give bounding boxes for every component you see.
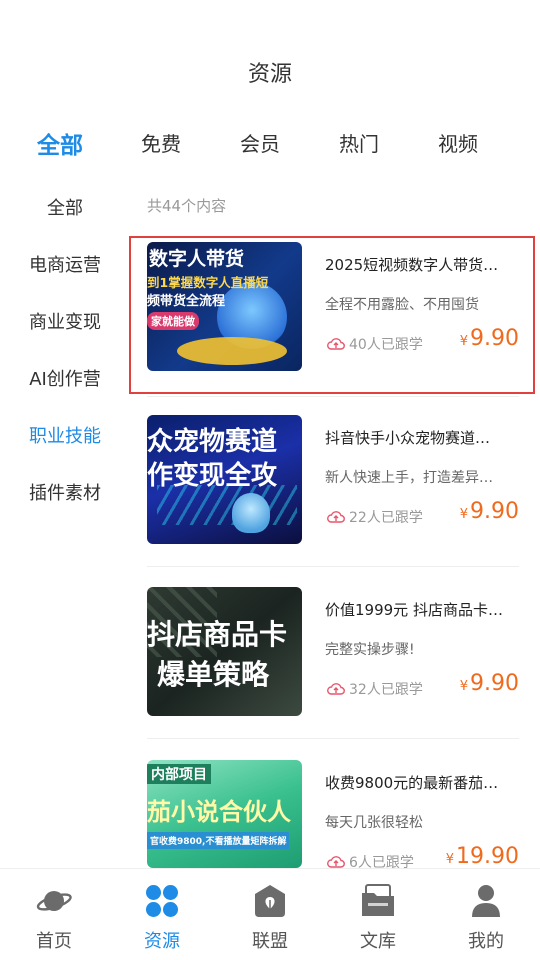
bottom-tab-bar: 首页 资源 联盟 文库 我的 — [0, 868, 540, 960]
leaf-house-icon — [255, 885, 285, 917]
course-thumbnail: 内部项目 茄小说合伙人 官收费9800,不看播放量矩阵拆解 — [147, 760, 302, 868]
tabbar-mine[interactable]: 我的 — [432, 869, 540, 960]
tabbar-label: 联盟 — [252, 931, 288, 952]
thumb-line: 作变现全攻 — [147, 461, 278, 491]
divider — [147, 396, 519, 397]
category-tabs: 全部 免费 会员 热门 视频 — [0, 120, 540, 166]
course-subtitle: 完整实操步骤! — [325, 642, 415, 658]
tab-all[interactable]: 全部 — [37, 126, 83, 160]
folder-icon — [362, 884, 394, 916]
tabbar-label: 我的 — [468, 931, 504, 952]
cloud-upload-icon — [327, 511, 345, 523]
sidebar-item-ai-creation[interactable]: AI创作营 — [0, 365, 130, 391]
selection-highlight — [129, 236, 535, 394]
thumb-line: 众宠物赛道 — [147, 427, 278, 457]
list-item[interactable]: 众宠物赛道 作变现全攻 抖音快手小众宠物赛道… 新人快速上手，打造差异… 22人… — [147, 415, 519, 545]
price: ¥9.90 — [460, 499, 519, 524]
tab-video[interactable]: 视频 — [438, 128, 478, 157]
price-value: 19.90 — [456, 844, 519, 869]
price: ¥9.90 — [460, 671, 519, 696]
grid-icon — [146, 885, 178, 917]
list-item[interactable]: 抖店商品卡 爆单策略 价值1999元 抖店商品卡… 完整实操步骤! 32人已跟学… — [147, 587, 519, 717]
sidebar-item-plugins[interactable]: 插件素材 — [0, 479, 130, 505]
learner-count: 22人已跟学 — [327, 507, 423, 527]
tabbar-resources[interactable]: 资源 — [108, 869, 216, 960]
course-subtitle: 每天几张很轻松 — [325, 815, 423, 831]
course-thumbnail: 抖店商品卡 爆单策略 — [147, 587, 302, 716]
page-title: 资源 — [247, 62, 292, 87]
tab-member[interactable]: 会员 — [240, 128, 280, 157]
sidebar-item-ecommerce[interactable]: 电商运营 — [0, 251, 130, 277]
tab-free[interactable]: 免费 — [141, 128, 181, 157]
thumb-line: 内部项目 — [147, 764, 211, 784]
planet-icon — [36, 891, 72, 911]
course-title: 抖音快手小众宠物赛道… — [325, 429, 491, 447]
thumb-line: 抖店商品卡 — [147, 618, 288, 651]
tab-hot[interactable]: 热门 — [339, 128, 379, 157]
thumb-line: 官收费9800,不看播放量矩阵拆解 — [147, 832, 290, 849]
thumb-line: 茄小说合伙人 — [147, 798, 291, 826]
price: ¥19.90 — [446, 844, 519, 869]
divider — [147, 738, 519, 739]
tabbar-home[interactable]: 首页 — [0, 869, 108, 960]
currency: ¥ — [445, 852, 455, 867]
tabbar-alliance[interactable]: 联盟 — [216, 869, 324, 960]
sidebar-item-monetization[interactable]: 商业变现 — [0, 308, 130, 334]
currency: ¥ — [459, 507, 469, 522]
tabbar-label: 文库 — [360, 931, 396, 952]
currency: ¥ — [459, 679, 469, 694]
page-header: 资源 — [0, 0, 540, 110]
learner-count: 32人已跟学 — [327, 679, 423, 699]
cloud-upload-icon — [327, 683, 345, 695]
person-icon — [472, 885, 500, 917]
tabbar-library[interactable]: 文库 — [324, 869, 432, 960]
sidebar-item-skills[interactable]: 职业技能 — [0, 422, 130, 448]
course-title: 价值1999元 抖店商品卡… — [325, 601, 503, 619]
learner-text: 22人已跟学 — [349, 510, 423, 526]
course-subtitle: 新人快速上手，打造差异… — [325, 470, 493, 486]
sidebar-item-all[interactable]: 全部 — [0, 194, 130, 220]
course-title: 收费9800元的最新番茄… — [325, 774, 499, 792]
price-value: 9.90 — [470, 499, 519, 524]
cloud-upload-icon — [327, 856, 345, 868]
content-count: 共44个内容 — [147, 197, 227, 215]
learner-text: 32人已跟学 — [349, 682, 423, 698]
divider — [147, 566, 519, 567]
course-thumbnail: 众宠物赛道 作变现全攻 — [147, 415, 302, 544]
tabbar-label: 首页 — [36, 931, 72, 952]
tabbar-label: 资源 — [144, 931, 180, 952]
price-value: 9.90 — [470, 671, 519, 696]
thumb-line: 爆单策略 — [157, 658, 270, 691]
